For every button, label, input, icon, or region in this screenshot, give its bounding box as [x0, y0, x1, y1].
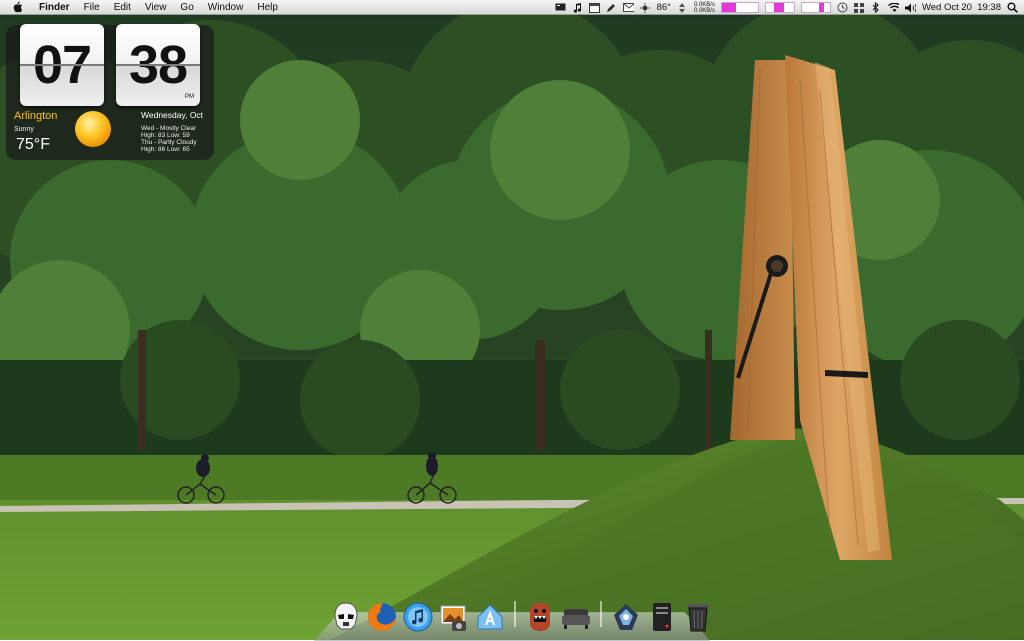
network-rate[interactable]: 0.0KB/s 0.0KB/s [694, 2, 715, 14]
spotlight-icon[interactable] [1007, 2, 1018, 13]
menu-view[interactable]: View [138, 0, 174, 15]
weather-temperature: 75°F [16, 136, 50, 153]
sofa-icon[interactable] [560, 600, 592, 634]
menubar-clock[interactable]: Wed Oct 20 19:38 [922, 2, 1001, 13]
weather-date: Wednesday, Oct [141, 110, 204, 120]
memory-meter-icon[interactable] [764, 2, 795, 13]
menubar: Finder File Edit View Go Window Help 86°… [0, 0, 1024, 15]
temperature-readout[interactable]: 86° [657, 2, 671, 13]
menu-edit[interactable]: Edit [107, 0, 138, 15]
menu-file[interactable]: File [77, 0, 107, 15]
mail-icon[interactable] [622, 3, 634, 13]
dock-separator [600, 601, 602, 627]
volume-icon[interactable] [904, 3, 916, 13]
screen-icon[interactable] [555, 3, 566, 13]
weather-city: Arlington [14, 110, 58, 122]
forecast-day2-summary: Thu - Partly Cloudy [141, 139, 197, 146]
weather-condition: Sunny [14, 126, 34, 133]
wifi-icon[interactable] [887, 2, 899, 13]
firefox-icon[interactable] [366, 600, 398, 634]
app-store-icon[interactable] [474, 600, 506, 634]
dock-separator [514, 601, 516, 627]
grid-icon[interactable] [854, 2, 865, 13]
music-note-icon[interactable] [572, 2, 583, 13]
updown-icon [677, 2, 688, 13]
forecast-day2-temps: High: 86 Low: 65 [141, 146, 190, 153]
stormtrooper-icon[interactable] [330, 600, 362, 634]
menu-window[interactable]: Window [201, 0, 251, 15]
sun-icon[interactable] [640, 2, 651, 13]
flip-seam [20, 64, 104, 66]
clock-minutes: 38 PM [116, 24, 200, 106]
menu-finder[interactable]: Finder [32, 0, 77, 15]
clock-hours: 07 [20, 24, 104, 106]
menubar-status-area: 86° 0.0KB/s 0.0KB/s Wed Oct 20 19:38 [555, 0, 1018, 15]
domo-icon[interactable] [524, 600, 556, 634]
time-machine-icon[interactable] [837, 2, 848, 13]
menu-help[interactable]: Help [250, 0, 285, 15]
trash-icon[interactable] [682, 600, 714, 634]
cpu-meter-icon[interactable] [720, 2, 759, 13]
apple-menu-icon[interactable] [10, 1, 24, 13]
net-down-rate: 0.0KB/s [693, 7, 715, 14]
menu-go[interactable]: Go [173, 0, 200, 15]
pen-icon[interactable] [606, 3, 617, 13]
network-icon[interactable] [610, 600, 642, 634]
dock [330, 594, 714, 634]
itunes-icon[interactable] [402, 600, 434, 634]
forecast-day1-temps: High: 83 Low: 59 [141, 132, 190, 139]
flip-seam [116, 64, 200, 66]
calendar-icon[interactable] [588, 2, 600, 13]
forecast-day1-summary: Wed - Mostly Clear [141, 125, 197, 132]
clock-ampm: PM [185, 94, 194, 100]
disk-meter-icon[interactable] [800, 2, 831, 13]
flip-clock-weather-widget[interactable]: 07 38 PM Arlington Sunny 75°F Wednesday,… [6, 24, 214, 160]
server-icon[interactable] [646, 600, 678, 634]
iphoto-icon[interactable] [438, 600, 470, 634]
bluetooth-icon[interactable] [871, 2, 882, 13]
sunny-weather-icon [73, 109, 113, 149]
